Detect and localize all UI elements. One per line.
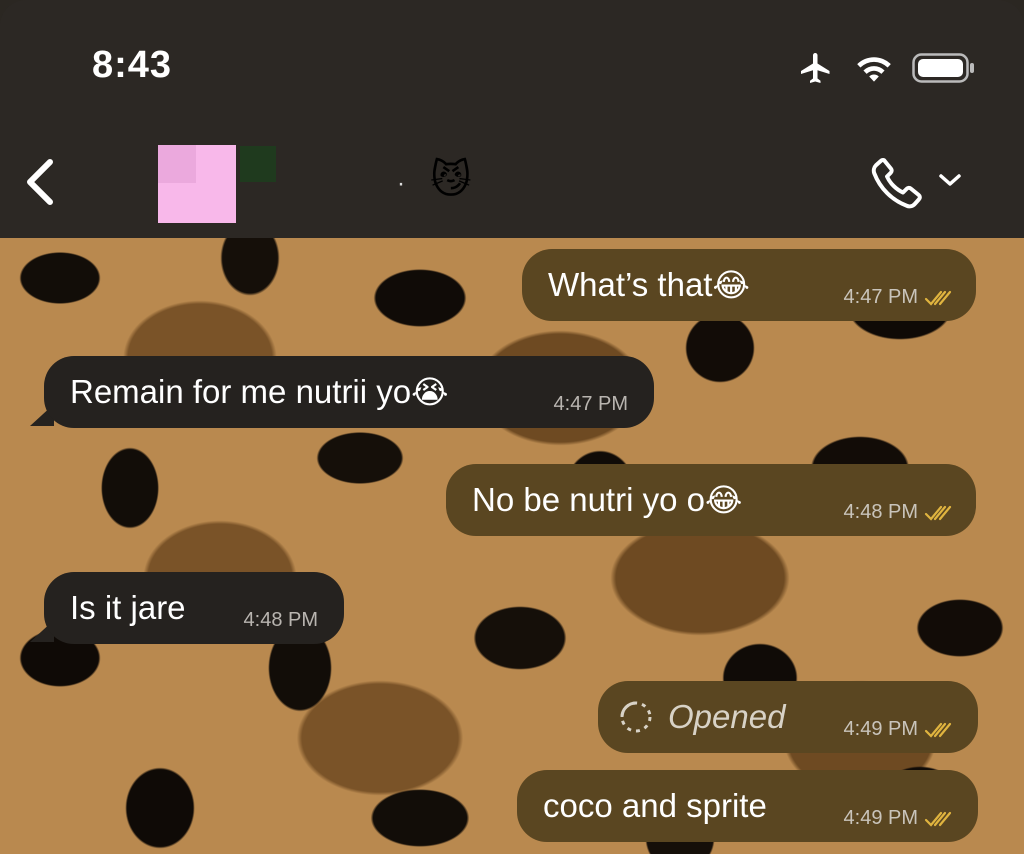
message-meta: 4:49 PM <box>844 718 954 741</box>
message-bubble-outgoing[interactable]: coco and sprite 4:49 PM <box>517 770 978 842</box>
message-text: What’s that <box>548 266 713 303</box>
contact-avatar[interactable] <box>158 145 236 223</box>
status-time: 8:43 <box>92 44 173 86</box>
message-meta: 4:47 PM <box>844 286 954 309</box>
chat-area[interactable]: What’s that 😂 4:47 PM Remain for me nutr… <box>0 238 1024 854</box>
message-text: coco and sprite <box>543 787 767 824</box>
view-once-icon <box>620 701 652 733</box>
message-time: 4:49 PM <box>843 718 918 740</box>
message-bubble-outgoing[interactable]: What’s that 😂 4:47 PM <box>522 249 976 321</box>
contact-name-emoji: 😼 <box>430 158 472 202</box>
message-text: Remain for me nutrii yo <box>70 373 412 410</box>
message-meta: 4:48 PM <box>244 609 318 632</box>
message-text: Is it jare <box>70 589 186 626</box>
contact-name-redacted[interactable] <box>240 146 276 182</box>
read-receipt-icon <box>924 290 952 306</box>
read-receipt-icon <box>924 811 952 827</box>
message-time: 4:49 PM <box>843 807 918 829</box>
message-bubble-outgoing[interactable]: Opened 4:49 PM <box>598 681 978 753</box>
airplane-icon <box>801 53 830 83</box>
message-meta: 4:47 PM <box>554 393 628 416</box>
message-meta: 4:49 PM <box>844 807 954 830</box>
back-chevron-icon[interactable] <box>22 156 58 208</box>
chevron-down-icon[interactable] <box>936 168 964 192</box>
message-time: 4:48 PM <box>243 609 318 631</box>
chat-header: 8:43 · 😼 <box>0 0 1024 238</box>
read-receipt-icon <box>924 505 952 521</box>
message-text: No be nutri yo o <box>472 481 705 518</box>
message-bubble-incoming[interactable]: Is it jare 4:48 PM <box>44 572 344 644</box>
contact-name-mark: · <box>397 170 405 197</box>
message-emoji: 😭 <box>411 374 449 410</box>
avatar-pixel <box>158 145 196 183</box>
message-text: Opened <box>668 698 786 735</box>
message-time: 4:47 PM <box>553 393 628 415</box>
phone-icon[interactable] <box>868 152 928 212</box>
message-meta: 4:48 PM <box>844 501 954 524</box>
message-emoji: 😂 <box>704 482 743 518</box>
status-icons <box>796 48 976 88</box>
message-time: 4:47 PM <box>843 286 918 308</box>
message-bubble-outgoing[interactable]: No be nutri yo o 😂 4:48 PM <box>446 464 976 536</box>
message-bubble-incoming[interactable]: Remain for me nutrii yo 😭 4:47 PM <box>44 356 654 428</box>
message-emoji: 😂 <box>712 267 750 303</box>
message-time: 4:48 PM <box>843 501 918 523</box>
battery-icon <box>912 53 974 83</box>
wifi-icon <box>857 57 891 82</box>
read-receipt-icon <box>924 722 952 738</box>
